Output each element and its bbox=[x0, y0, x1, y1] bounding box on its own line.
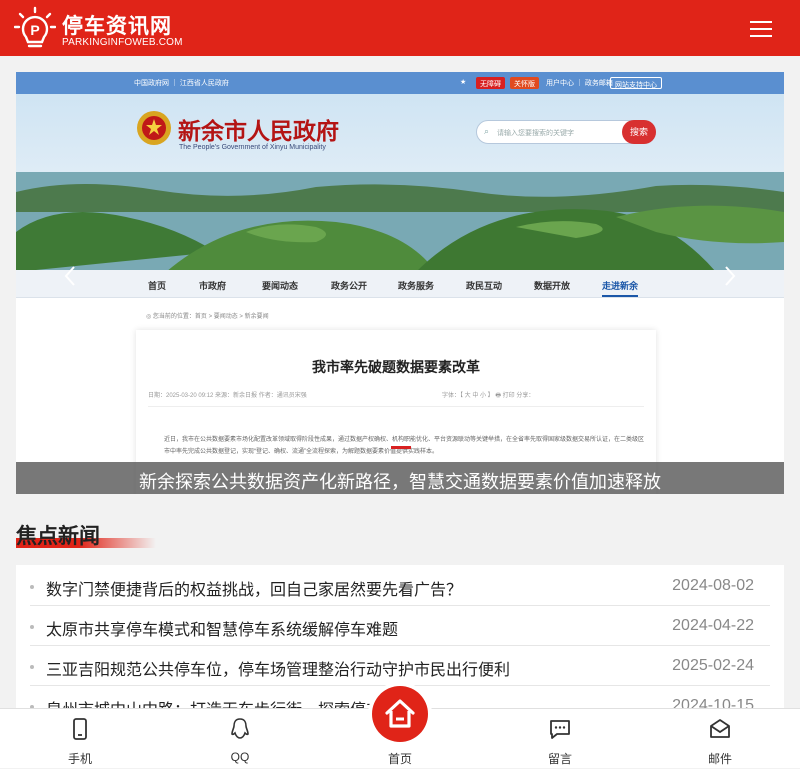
phone-icon bbox=[73, 718, 87, 740]
gov-care-button: 关怀版 bbox=[510, 77, 539, 89]
gov-search-placeholder: 请输入您要搜索的关键字 bbox=[497, 130, 574, 137]
gov-support-button: 网站支持中心 bbox=[610, 77, 662, 89]
bullet-icon bbox=[30, 625, 34, 629]
news-item[interactable]: 三亚吉阳规范公共停车位，停车场管理整治行动守护市民出行便利 2025-02-24 bbox=[30, 646, 770, 686]
banner-caption-text[interactable]: 新余探索公共数据资产化新路径，智慧交通数据要素价值加速释放 bbox=[16, 468, 784, 494]
nav-qq-button[interactable]: QQ bbox=[200, 709, 280, 769]
gov-nav-item: 政务服务 bbox=[398, 281, 435, 291]
gov-article-tools: 字体：【 大 中 小 】 🖶 打印 分享： bbox=[442, 393, 535, 399]
gov-nav-item: 政务公开 bbox=[331, 281, 368, 291]
news-title[interactable]: 太原市共享停车模式和智慧停车系统缓解停车难题 bbox=[46, 616, 626, 640]
nav-label: 手机 bbox=[67, 752, 92, 766]
search-icon: ⌕ bbox=[484, 126, 490, 136]
nav-label: QQ bbox=[230, 750, 250, 764]
carousel-next-arrow-icon[interactable] bbox=[722, 264, 738, 288]
gov-nav-item: 政民互动 bbox=[466, 281, 503, 291]
gov-nav-item: 数据开放 bbox=[534, 281, 571, 291]
gov-article-meta: 日期：2025-03-20 09:12 来源：新余日报 作者：通讯员宋强 bbox=[148, 393, 307, 399]
home-icon bbox=[385, 699, 415, 728]
nav-phone-button[interactable]: 手机 bbox=[40, 709, 120, 769]
divider bbox=[148, 406, 644, 407]
news-date: 2025-02-24 bbox=[672, 657, 754, 674]
parking-bulb-logo-icon[interactable]: P bbox=[14, 6, 56, 50]
site-logo-domain: PARKINGINFOWEB.COM bbox=[62, 37, 183, 48]
national-emblem-icon bbox=[137, 111, 171, 145]
gov-site-subtitle: The People's Government of Xinyu Municip… bbox=[179, 144, 326, 151]
news-date: 2024-04-22 bbox=[672, 617, 754, 634]
gov-nav-item-active: 走进新余 bbox=[602, 279, 639, 297]
news-title[interactable]: 三亚吉阳规范公共停车位，停车场管理整治行动守护市民出行便利 bbox=[46, 656, 626, 680]
gov-user-links: 用户中心 ｜ 政务邮箱 bbox=[546, 80, 613, 87]
star-icon: ★ bbox=[460, 79, 467, 86]
gov-topbar-links: 中国政府网 ｜ 江西省人民政府 bbox=[134, 80, 229, 87]
news-title[interactable]: 数字门禁便捷背后的权益挑战，回自己家居然要先看广告？ bbox=[46, 576, 626, 600]
nav-message-button[interactable]: 留言 bbox=[520, 709, 600, 769]
qq-icon bbox=[231, 718, 249, 739]
mail-icon bbox=[710, 719, 730, 738]
nav-label: 首页 bbox=[387, 752, 412, 766]
text-highlight-underline bbox=[391, 446, 411, 449]
news-date: 2024-08-02 bbox=[672, 577, 754, 594]
hamburger-menu-icon[interactable] bbox=[748, 16, 774, 40]
home-fab-button[interactable] bbox=[372, 686, 428, 742]
site-header: P 停车资讯网 PARKINGINFOWEB.COM bbox=[0, 0, 800, 56]
bullet-icon bbox=[30, 585, 34, 589]
nav-label: 邮件 bbox=[707, 752, 732, 766]
news-item[interactable]: 太原市共享停车模式和智慧停车系统缓解停车难题 2024-04-22 bbox=[30, 606, 770, 646]
nav-mail-button[interactable]: 邮件 bbox=[680, 709, 760, 769]
site-logo-text[interactable]: 停车资讯网 bbox=[62, 10, 172, 40]
banner-caption[interactable]: 新余探索公共数据资产化新路径，智慧交通数据要素价值加速释放 bbox=[16, 462, 784, 494]
gov-search-box: ⌕ 请输入您要搜索的关键字 搜索 bbox=[476, 120, 656, 144]
gov-nav-item: 市政府 bbox=[199, 281, 227, 291]
focus-news-title: 焦点新闻 bbox=[16, 524, 100, 548]
nav-label: 留言 bbox=[547, 752, 572, 766]
gov-accessibility-button: 无障碍 bbox=[476, 77, 505, 89]
gov-nav-item: 要闻动态 bbox=[262, 281, 299, 291]
gov-breadcrumb: ◎ 您当前的位置：首页 > 要闻动态 > 新余要闻 bbox=[146, 314, 269, 320]
message-icon bbox=[550, 720, 570, 739]
carousel-prev-arrow-icon[interactable] bbox=[62, 264, 78, 288]
bullet-icon bbox=[30, 665, 34, 669]
gov-article-title: 我市率先破题数据要素改革 bbox=[312, 359, 480, 375]
gov-site-title: 新余市人民政府 bbox=[178, 118, 339, 145]
gov-nav-item: 首页 bbox=[148, 281, 167, 291]
banner-carousel[interactable]: 中国政府网 ｜ 江西省人民政府 ★ 无障碍 关怀版 用户中心 ｜ 政务邮箱 网站… bbox=[16, 72, 784, 494]
gov-search-button: 搜索 bbox=[622, 120, 656, 144]
svg-text:P: P bbox=[30, 22, 39, 38]
lake-landscape-illustration bbox=[16, 172, 784, 272]
gov-navbar: 首页 市政府 要闻动态 政务公开 政务服务 政民互动 数据开放 走进新余 bbox=[16, 270, 784, 298]
news-item[interactable]: 数字门禁便捷背后的权益挑战，回自己家居然要先看广告？ 2024-08-02 bbox=[30, 566, 770, 606]
gov-topbar: 中国政府网 ｜ 江西省人民政府 ★ 无障碍 关怀版 用户中心 ｜ 政务邮箱 网站… bbox=[16, 72, 784, 94]
